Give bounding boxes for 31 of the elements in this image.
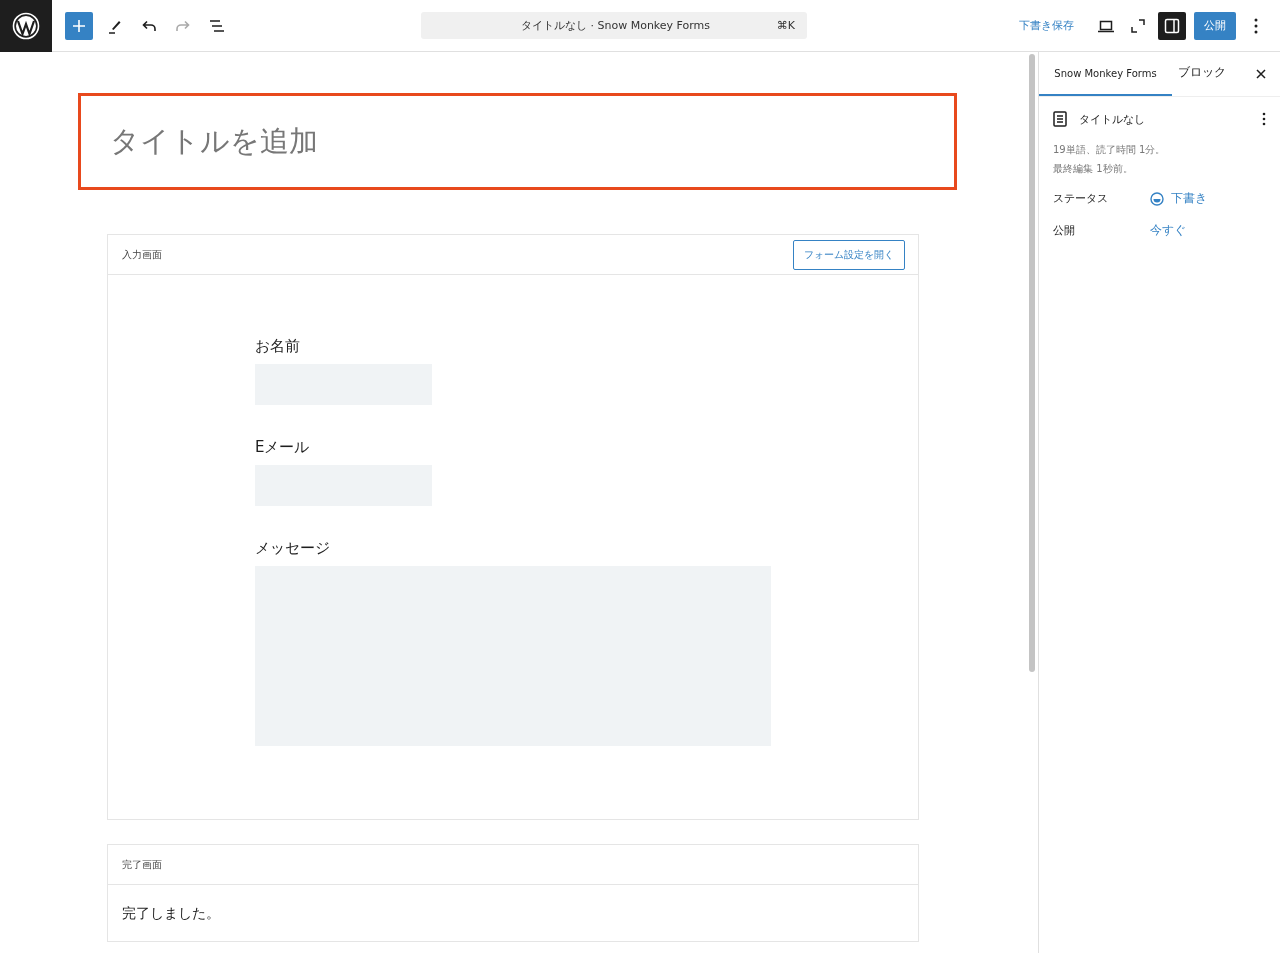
- block-label: 入力画面: [122, 247, 162, 262]
- sidebar-tab[interactable]: ブロック: [1172, 52, 1232, 96]
- add-block-button[interactable]: [65, 11, 93, 40]
- setting-label: ステータス: [1053, 191, 1109, 206]
- setting-value-link[interactable]: 下書き: [1150, 190, 1207, 207]
- scrollbar-thumb[interactable]: [1029, 54, 1035, 672]
- field-label: メッセージ: [255, 539, 331, 558]
- setting-label: 公開: [1053, 223, 1076, 238]
- command-bar[interactable]: タイトルなし · Snow Monkey Forms ⌘K: [421, 12, 807, 39]
- draft-status-icon: [1150, 191, 1164, 206]
- options-icon[interactable]: [1262, 112, 1266, 126]
- wordpress-logo-icon: [12, 11, 40, 40]
- document-stats: 最終編集 1秒前。: [1053, 162, 1134, 176]
- wordpress-logo[interactable]: [0, 0, 52, 52]
- settings-icon[interactable]: [1158, 11, 1186, 40]
- block-label: 完了画面: [122, 857, 162, 872]
- document-title: タイトルなし: [1079, 111, 1145, 127]
- shortcut-hint: ⌘K: [776, 19, 795, 32]
- document-title: タイトルなし · Snow Monkey Forms: [521, 18, 711, 33]
- field-label: お名前: [255, 337, 301, 356]
- completion-message: 完了しました。: [122, 905, 220, 921]
- document-icon: [1053, 111, 1067, 127]
- open-form-settings-button[interactable]: フォーム設定を開く: [793, 239, 905, 270]
- post-title-field[interactable]: タイトルを追加: [78, 93, 957, 190]
- document-stats: 19単語、読了時間 1分。: [1053, 143, 1167, 157]
- field-label: Eメール: [255, 438, 311, 457]
- publish-button[interactable]: 公開: [1194, 11, 1236, 40]
- sidebar-tab[interactable]: Snow Monkey Forms: [1039, 52, 1172, 96]
- plus-icon: [72, 18, 86, 33]
- setting-value-link[interactable]: 今すぐ: [1150, 222, 1186, 239]
- save-draft-button[interactable]: 下書き保存: [1019, 18, 1074, 33]
